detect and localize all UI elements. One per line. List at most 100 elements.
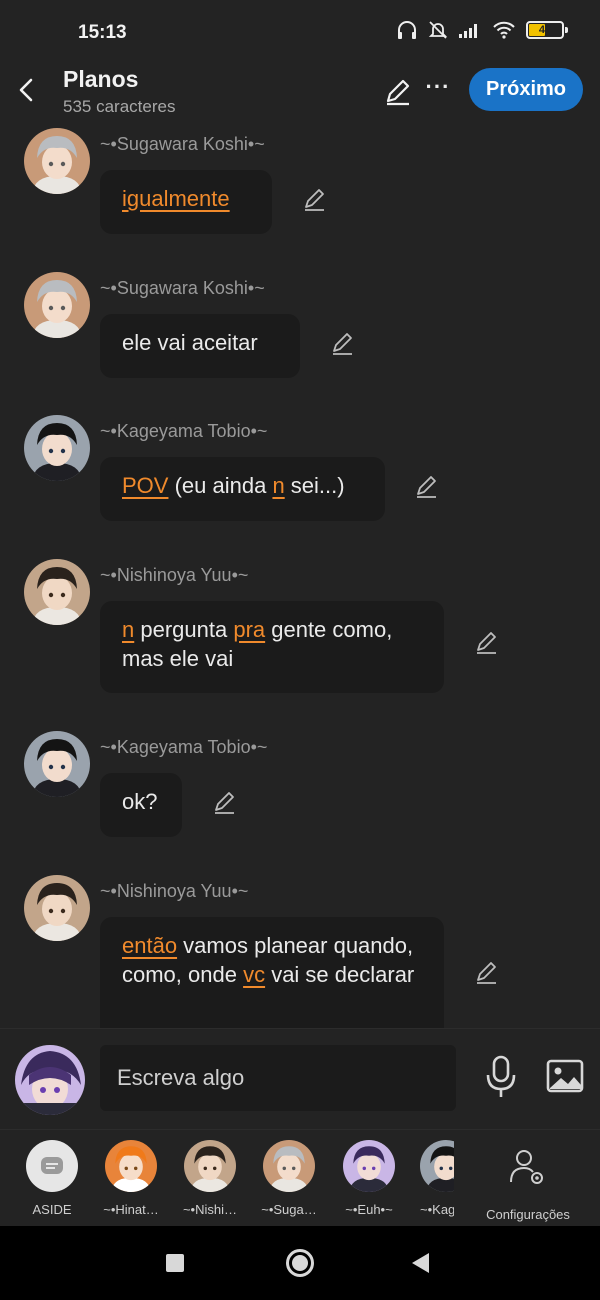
chat-message: ~•Kageyama Tobio•~ POV (eu ainda n sei...… bbox=[0, 415, 600, 529]
next-button[interactable]: Próximo bbox=[469, 68, 583, 111]
sender-name: ~•Nishinoya Yuu•~ bbox=[100, 881, 249, 901]
system-navigation-bar bbox=[0, 1226, 600, 1300]
chat-message: ~•Sugawara Koshi•~ igualmente bbox=[0, 128, 600, 242]
edit-message-button[interactable] bbox=[302, 186, 328, 212]
tab-character[interactable]: ~•Hinat… bbox=[98, 1140, 164, 1217]
message-bubble[interactable]: n pergunta pra gente como, mas ele vai bbox=[100, 601, 444, 693]
tab-label: ~•Suga… bbox=[261, 1202, 317, 1217]
settings-button[interactable]: Configurações bbox=[476, 1148, 580, 1222]
pencil-icon bbox=[215, 792, 234, 814]
character-tab-bar: Configurações ASIDE ~•Hinat… ~•Nishi… ~•… bbox=[0, 1129, 600, 1226]
kageyama-avatar[interactable] bbox=[24, 731, 90, 797]
sender-name: ~•Sugawara Koshi•~ bbox=[100, 134, 265, 154]
message-bubble[interactable]: igualmente bbox=[100, 170, 272, 234]
chat-message: ~•Nishinoya Yuu•~ n pergunta pra gente co… bbox=[0, 559, 600, 701]
edit-button[interactable] bbox=[383, 76, 413, 106]
image-button[interactable] bbox=[546, 1059, 584, 1093]
tab-label: ~•Hinat… bbox=[103, 1202, 159, 1217]
nishinoya-avatar bbox=[184, 1140, 236, 1192]
euh-avatar bbox=[343, 1140, 395, 1192]
tab-aside[interactable]: ASIDE bbox=[19, 1140, 85, 1217]
system-back-button[interactable] bbox=[412, 1253, 429, 1273]
settings-label: Configurações bbox=[486, 1207, 570, 1222]
image-icon bbox=[546, 1059, 584, 1093]
pencil-icon bbox=[386, 79, 410, 106]
message-text: pergunta bbox=[134, 617, 234, 642]
wifi-icon bbox=[493, 21, 515, 39]
highlighted-text: n bbox=[122, 617, 135, 642]
message-bubble[interactable]: ele vai aceitar bbox=[100, 314, 300, 378]
sender-name: ~•Kageyama Tobio•~ bbox=[100, 737, 268, 757]
message-text: ele vai aceitar bbox=[122, 330, 258, 355]
bell-off-icon bbox=[428, 21, 448, 39]
more-options-button[interactable]: ··· bbox=[424, 74, 452, 104]
headphones-icon bbox=[398, 21, 416, 39]
status-bar: 15:13 47 bbox=[0, 0, 600, 62]
edit-message-button[interactable] bbox=[474, 629, 500, 655]
edit-message-button[interactable] bbox=[414, 473, 440, 499]
sugawara-avatar bbox=[263, 1140, 315, 1192]
highlighted-text: POV bbox=[122, 473, 169, 498]
highlighted-text: n bbox=[272, 473, 285, 498]
tab-label: ASIDE bbox=[32, 1202, 72, 1217]
message-text: vai se declarar bbox=[265, 962, 415, 987]
sender-name: ~•Sugawara Koshi•~ bbox=[100, 278, 265, 298]
page-title: Planos bbox=[63, 66, 139, 92]
nishinoya-avatar[interactable] bbox=[24, 559, 90, 625]
message-text: ok? bbox=[122, 789, 158, 814]
sugawara-avatar[interactable] bbox=[24, 128, 90, 194]
highlighted-text: vc bbox=[243, 962, 266, 987]
message-bubble[interactable]: ok? bbox=[100, 773, 182, 837]
microphone-icon bbox=[486, 1055, 516, 1097]
battery-level: 47 bbox=[538, 24, 552, 36]
edit-message-button[interactable] bbox=[212, 789, 238, 815]
message-text: (eu ainda bbox=[168, 473, 273, 498]
pencil-icon bbox=[305, 189, 324, 211]
tab-label: ~•Nishi… bbox=[182, 1202, 238, 1217]
kageyama-avatar bbox=[420, 1140, 454, 1192]
microphone-button[interactable] bbox=[484, 1055, 518, 1099]
chat-message: ~•Kageyama Tobio•~ ok? bbox=[0, 731, 600, 845]
highlighted-text: pra bbox=[233, 617, 266, 642]
sender-name: ~•Nishinoya Yuu•~ bbox=[100, 565, 249, 585]
chat-message: ~•Sugawara Koshi•~ ele vai aceitar bbox=[0, 272, 600, 386]
message-input[interactable]: Escreva algo bbox=[100, 1045, 456, 1111]
tab-label: ~•Euh•~ bbox=[345, 1202, 393, 1217]
tab-label: ~•Kag bbox=[420, 1202, 454, 1217]
tab-character[interactable]: ~•Suga… bbox=[256, 1140, 322, 1217]
chat-list[interactable]: ~•Sugawara Koshi•~ igualmente ~•Sugawara … bbox=[0, 124, 600, 1028]
edit-message-button[interactable] bbox=[474, 959, 500, 985]
back-button[interactable] bbox=[12, 72, 40, 108]
battery-icon: 47 bbox=[526, 21, 568, 39]
sugawara-avatar[interactable] bbox=[24, 272, 90, 338]
chat-header: Planos 535 caracteres ··· Próximo bbox=[0, 62, 600, 124]
kageyama-avatar[interactable] bbox=[24, 415, 90, 481]
message-text: sei...) bbox=[284, 473, 345, 498]
highlighted-text: então bbox=[122, 933, 178, 958]
message-bubble[interactable]: então vamos planear quando, como, onde v… bbox=[100, 917, 444, 1028]
more-icon: ··· bbox=[425, 74, 451, 99]
my-avatar[interactable] bbox=[15, 1045, 85, 1115]
tab-character[interactable]: ~•Nishi… bbox=[177, 1140, 243, 1217]
nishinoya-avatar[interactable] bbox=[24, 875, 90, 941]
recents-button[interactable] bbox=[166, 1254, 184, 1272]
pencil-icon bbox=[477, 632, 496, 654]
tab-character[interactable]: ~•Euh•~ bbox=[336, 1140, 402, 1217]
tab-character[interactable]: ~•Kag bbox=[420, 1140, 454, 1217]
edit-message-button[interactable] bbox=[330, 330, 356, 356]
pencil-icon bbox=[477, 962, 496, 984]
message-bubble[interactable]: POV (eu ainda n sei...) bbox=[100, 457, 385, 521]
status-icons: 47 bbox=[396, 20, 568, 40]
sender-name: ~•Kageyama Tobio•~ bbox=[100, 421, 268, 441]
highlighted-text: igualmente bbox=[122, 186, 230, 211]
euh-avatar-image bbox=[15, 1045, 85, 1115]
chevron-left-icon bbox=[19, 78, 33, 102]
pencil-icon bbox=[333, 333, 352, 355]
pencil-icon bbox=[417, 476, 436, 498]
composer: Escreva algo bbox=[0, 1028, 600, 1129]
signal-icon bbox=[459, 24, 477, 38]
home-button[interactable] bbox=[286, 1249, 314, 1277]
user-settings-icon bbox=[510, 1150, 543, 1184]
status-time: 15:13 bbox=[78, 22, 127, 43]
character-count: 535 caracteres bbox=[63, 97, 176, 116]
